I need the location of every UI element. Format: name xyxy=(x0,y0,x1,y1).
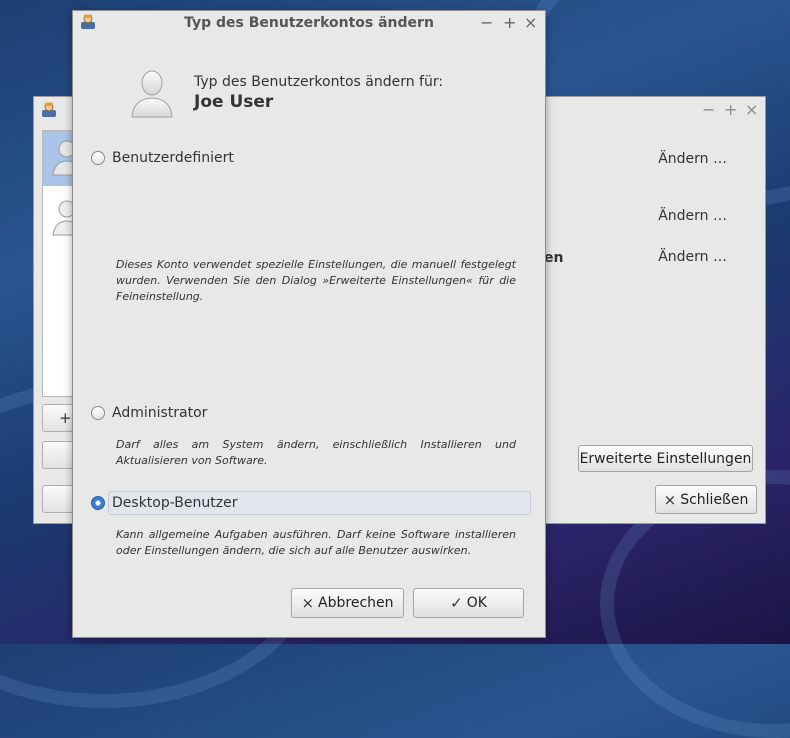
option-desktop-user-label[interactable]: Desktop-Benutzer xyxy=(112,495,237,511)
minimize-icon[interactable]: − xyxy=(702,102,715,118)
close-icon[interactable]: × xyxy=(745,102,758,118)
cancel-button[interactable]: × Abbrechen xyxy=(291,588,404,618)
remove-user-button[interactable] xyxy=(42,441,76,469)
user-avatar-icon xyxy=(130,67,174,123)
username: Joe User xyxy=(194,92,274,112)
partial-field-label: en xyxy=(544,250,564,266)
option-desktop-user-description: Kann allgemeine Aufgaben ausführen. Darf… xyxy=(116,528,516,557)
close-icon[interactable]: × xyxy=(524,15,537,31)
change-link-name[interactable]: Ändern … xyxy=(658,151,727,167)
advanced-settings-label: Erweiterte Einstellungen xyxy=(579,450,752,467)
ok-button-label: OK xyxy=(466,595,487,611)
option-custom-description: Dieses Konto verwendet spezielle Einstel… xyxy=(116,258,516,303)
option-administrator-description: Darf alles am System ändern, einschließl… xyxy=(116,438,516,467)
add-user-button[interactable]: + xyxy=(42,404,76,432)
cancel-button-label: Abbrechen xyxy=(318,595,394,611)
close-button[interactable]: × Schließen xyxy=(655,485,757,514)
dialog-subtitle: Typ des Benutzerkontos ändern für: xyxy=(194,74,444,90)
radio-administrator[interactable] xyxy=(91,406,105,420)
maximize-icon[interactable]: + xyxy=(503,15,516,31)
change-link-account-type[interactable]: Ändern … xyxy=(658,208,727,224)
users-app-icon xyxy=(41,102,57,122)
option-administrator-label[interactable]: Administrator xyxy=(112,405,207,421)
advanced-settings-button[interactable]: Erweiterte Einstellungen xyxy=(578,445,753,472)
radio-desktop-user[interactable] xyxy=(91,496,105,510)
maximize-icon[interactable]: + xyxy=(724,102,737,118)
cancel-x-icon: × xyxy=(301,594,315,612)
radio-custom[interactable] xyxy=(91,151,105,165)
help-button[interactable] xyxy=(42,485,76,513)
checkmark-icon: ✓ xyxy=(450,594,463,612)
dialog-title: Typ des Benutzerkontos ändern xyxy=(184,15,434,31)
ok-button[interactable]: ✓ OK xyxy=(413,588,524,618)
dialog-titlebar: Typ des Benutzerkontos ändern − + × xyxy=(73,11,545,35)
close-button-label: Schließen xyxy=(680,491,749,508)
minimize-icon[interactable]: − xyxy=(480,15,493,31)
change-link-password[interactable]: Ändern … xyxy=(658,249,727,265)
option-custom-label[interactable]: Benutzerdefiniert xyxy=(112,150,234,166)
close-x-icon: × xyxy=(663,490,677,509)
change-account-type-dialog: Typ des Benutzerkontos ändern − + × Typ … xyxy=(72,10,546,638)
